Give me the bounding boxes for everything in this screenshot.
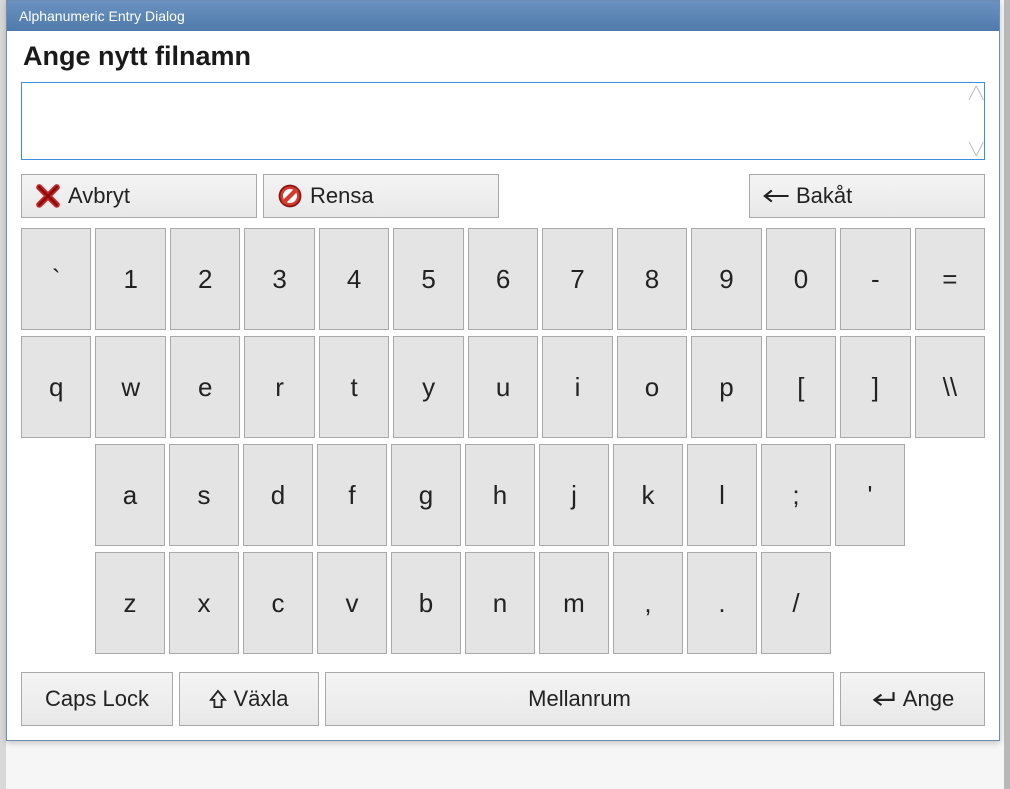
key-i[interactable]: i — [542, 336, 612, 438]
key-.[interactable]: . — [687, 552, 757, 654]
key-6[interactable]: 6 — [468, 228, 538, 330]
key-/[interactable]: / — [761, 552, 831, 654]
clear-button[interactable]: Rensa — [263, 174, 499, 218]
key-l[interactable]: l — [687, 444, 757, 546]
key-r[interactable]: r — [244, 336, 314, 438]
key-k[interactable]: k — [613, 444, 683, 546]
cancel-icon — [34, 182, 62, 210]
key-w[interactable]: w — [95, 336, 165, 438]
key-row-4: zxcvbnm,./ — [21, 552, 985, 654]
key-7[interactable]: 7 — [542, 228, 612, 330]
action-bar: Avbryt Rensa — [21, 174, 985, 218]
key-][interactable]: ] — [840, 336, 910, 438]
key-y[interactable]: y — [393, 336, 463, 438]
scroll-up-icon[interactable]: ╱╲ — [969, 87, 981, 99]
shift-button[interactable]: Växla — [179, 672, 319, 726]
clear-label: Rensa — [310, 183, 374, 209]
cancel-button[interactable]: Avbryt — [21, 174, 257, 218]
key-h[interactable]: h — [465, 444, 535, 546]
space-button[interactable]: Mellanrum — [325, 672, 834, 726]
window-title: Alphanumeric Entry Dialog — [19, 8, 185, 24]
shift-up-icon — [209, 689, 227, 709]
backspace-label: Bakåt — [796, 183, 852, 209]
key-u[interactable]: u — [468, 336, 538, 438]
caps-lock-button[interactable]: Caps Lock — [21, 672, 173, 726]
key-a[interactable]: a — [95, 444, 165, 546]
key-row-2: qwertyuiop[]\\ — [21, 336, 985, 438]
key-z[interactable]: z — [95, 552, 165, 654]
key-e[interactable]: e — [170, 336, 240, 438]
prompt-label: Ange nytt filnamn — [23, 41, 985, 72]
key-t[interactable]: t — [319, 336, 389, 438]
key-p[interactable]: p — [691, 336, 761, 438]
key-[[interactable]: [ — [766, 336, 836, 438]
enter-button[interactable]: Ange — [840, 672, 985, 726]
key-5[interactable]: 5 — [393, 228, 463, 330]
window-titlebar[interactable]: Alphanumeric Entry Dialog — [7, 1, 999, 31]
dialog-window: Alphanumeric Entry Dialog Ange nytt filn… — [6, 0, 1000, 741]
key-o[interactable]: o — [617, 336, 687, 438]
key-g[interactable]: g — [391, 444, 461, 546]
key-8[interactable]: 8 — [617, 228, 687, 330]
enter-label: Ange — [903, 686, 954, 712]
scroll-down-icon[interactable]: ╲╱ — [969, 143, 981, 155]
key-9[interactable]: 9 — [691, 228, 761, 330]
caps-lock-label: Caps Lock — [45, 686, 149, 712]
key-j[interactable]: j — [539, 444, 609, 546]
backspace-button[interactable]: Bakåt — [749, 174, 985, 218]
key-q[interactable]: q — [21, 336, 91, 438]
key-\\[interactable]: \\ — [915, 336, 985, 438]
key-n[interactable]: n — [465, 552, 535, 654]
key-row-3: asdfghjkl;' — [21, 444, 985, 546]
key-0[interactable]: 0 — [766, 228, 836, 330]
filename-input[interactable] — [22, 83, 966, 159]
key-x[interactable]: x — [169, 552, 239, 654]
key-3[interactable]: 3 — [244, 228, 314, 330]
dialog-client: Ange nytt filnamn ╱╲ ╲╱ Avbryt — [7, 31, 999, 740]
no-entry-icon — [276, 182, 304, 210]
arrow-left-icon — [762, 182, 790, 210]
key-d[interactable]: d — [243, 444, 313, 546]
key-m[interactable]: m — [539, 552, 609, 654]
cancel-label: Avbryt — [68, 183, 130, 209]
key-=[interactable]: = — [915, 228, 985, 330]
key-2[interactable]: 2 — [170, 228, 240, 330]
key-row-1: `1234567890-= — [21, 228, 985, 330]
key-b[interactable]: b — [391, 552, 461, 654]
filename-input-container: ╱╲ ╲╱ — [21, 82, 985, 160]
key-'[interactable]: ' — [835, 444, 905, 546]
key-4[interactable]: 4 — [319, 228, 389, 330]
on-screen-keyboard: `1234567890-= qwertyuiop[]\\ asdfghjkl;'… — [21, 228, 985, 654]
enter-icon — [871, 689, 897, 709]
key--[interactable]: - — [840, 228, 910, 330]
key-f[interactable]: f — [317, 444, 387, 546]
bottom-bar: Caps Lock Växla Mellanrum — [21, 672, 985, 726]
key-;[interactable]: ; — [761, 444, 831, 546]
key-c[interactable]: c — [243, 552, 313, 654]
action-spacer — [505, 174, 743, 218]
key-1[interactable]: 1 — [95, 228, 165, 330]
key-,[interactable]: , — [613, 552, 683, 654]
key-s[interactable]: s — [169, 444, 239, 546]
space-label: Mellanrum — [528, 686, 631, 712]
key-`[interactable]: ` — [21, 228, 91, 330]
key-v[interactable]: v — [317, 552, 387, 654]
shift-label: Växla — [233, 686, 288, 712]
